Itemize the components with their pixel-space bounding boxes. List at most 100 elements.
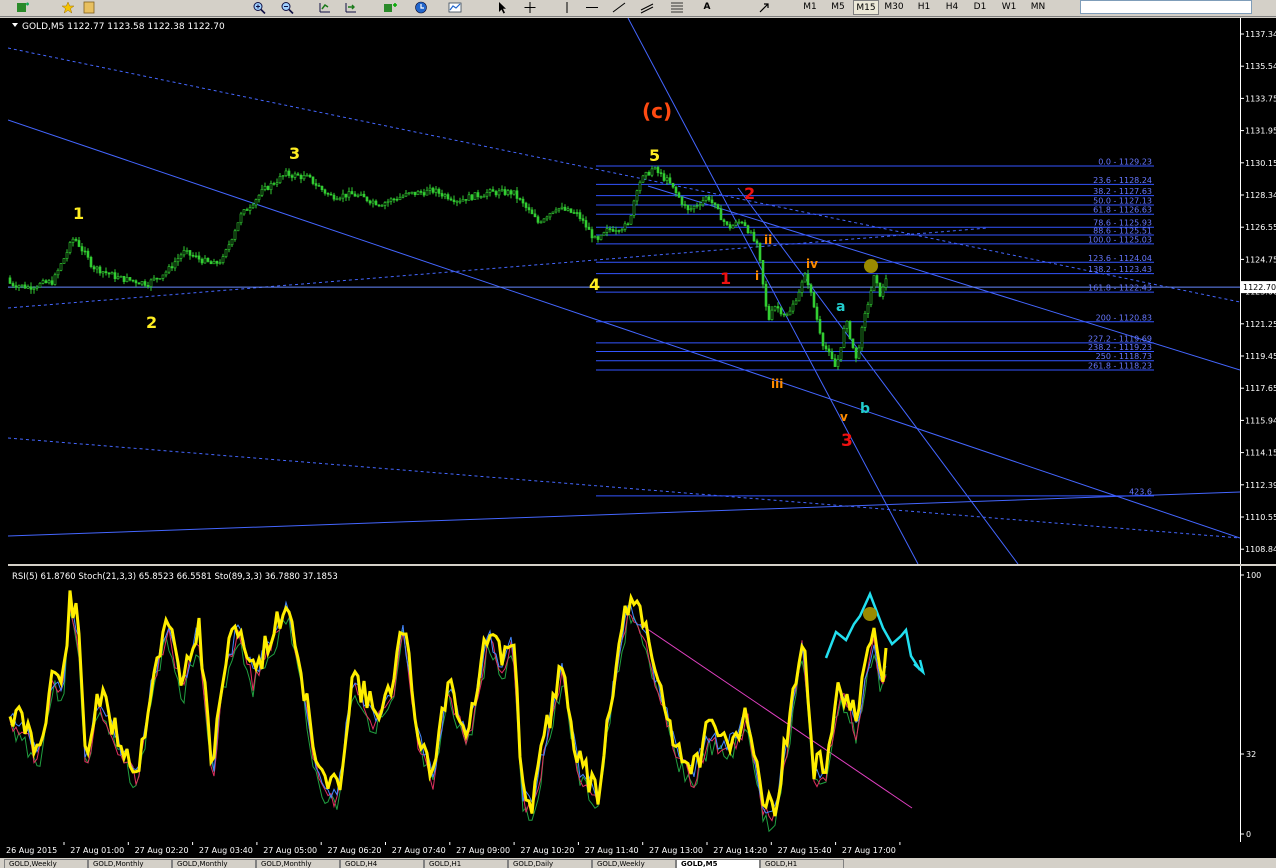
timeframe-m30-button[interactable]: M30	[882, 0, 906, 15]
time-tick-label: 27 Aug 09:00	[456, 846, 510, 855]
indicator-header: RSI(5) 61.8760 Stoch(21,3,3) 65.8523 66.…	[12, 572, 338, 582]
trendline-7[interactable]	[8, 491, 1240, 537]
fib-level-label: 161.8 - 1122.43	[1088, 284, 1152, 293]
vertical-line-icon[interactable]	[560, 1, 574, 14]
terminal-icon[interactable]	[82, 1, 96, 14]
price-tick-label: 1115.94	[1245, 416, 1276, 425]
cursor-icon[interactable]	[495, 1, 509, 14]
wave-label-oiv: iv	[806, 257, 818, 271]
price-tick-label: 1124.75	[1245, 255, 1276, 264]
trendline-4[interactable]	[737, 187, 1019, 564]
price-axis: 1137.34 1135.54 1133.75 1131.95 1130.15 1128.…	[1240, 18, 1276, 564]
indicator-tick-label: 0	[1246, 830, 1251, 839]
fibonacci-icon[interactable]	[670, 1, 684, 14]
chart-header: GOLD,M5 1122.77 1123.58 1122.38 1122.70	[22, 22, 225, 32]
time-tick-label: 27 Aug 01:00	[70, 846, 124, 855]
chart-tabs: GOLD,Weekly GOLD,Monthly GOLD,Monthly GOLD,…	[0, 858, 1276, 868]
timeframe-h1-button[interactable]: H1	[912, 0, 936, 15]
trendline-5[interactable]	[8, 437, 1240, 539]
indicator-axis: 100 32 0	[1240, 566, 1276, 842]
price-tick-label: 1119.45	[1245, 352, 1276, 361]
fib-level-label: 200 - 1120.83	[1096, 313, 1152, 322]
timeframe-mn-button[interactable]: MN	[1026, 0, 1050, 15]
indicator-chart-svg: RSI(5) 61.8760 Stoch(21,3,3) 65.8523 66.…	[8, 572, 926, 833]
price-tick-label: 1137.34	[1245, 30, 1276, 39]
wave-label-w3: 3	[289, 144, 300, 163]
wave-label-oii: ii	[764, 233, 772, 247]
fib-level-label: 88.6 - 1125.51	[1093, 226, 1152, 235]
zoom-out-icon[interactable]	[280, 1, 294, 14]
time-tick-label: 27 Aug 06:20	[328, 846, 382, 855]
fib-level-label: 100.0 - 1125.03	[1088, 235, 1152, 244]
arrow-tool-icon[interactable]	[758, 1, 772, 14]
price-tick-label: 1117.65	[1245, 384, 1276, 393]
wave-label-oi: i	[755, 269, 759, 283]
wave-label-w5: 5	[649, 146, 660, 165]
time-tick-label: 27 Aug 14:20	[713, 846, 767, 855]
stoch-main-line	[9, 599, 887, 814]
price-tick-label: 1126.55	[1245, 223, 1276, 232]
chart-shift-icon[interactable]	[318, 1, 332, 14]
wave-label-w1: 1	[73, 204, 84, 223]
time-tick-label: 27 Aug 15:40	[778, 846, 832, 855]
chart-dropdown-icon[interactable]	[12, 23, 18, 27]
search-input[interactable]	[1080, 0, 1252, 14]
wave-label-wc: (c)	[642, 99, 672, 123]
fib-level-label: 61.8 - 1126.63	[1093, 206, 1152, 215]
horizontal-line-icon[interactable]	[585, 1, 599, 14]
trendline-2[interactable]	[8, 47, 1240, 303]
trendline-icon[interactable]	[612, 1, 626, 14]
time-tick-label: 27 Aug 11:40	[585, 846, 639, 855]
fib-level-label: 38.2 - 1127.63	[1093, 187, 1152, 196]
trendline-1[interactable]	[8, 119, 1240, 539]
crosshair-icon[interactable]	[523, 1, 537, 14]
price-tick-label: 1110.55	[1245, 513, 1276, 522]
price-tick-label: 1130.15	[1245, 159, 1276, 168]
indicator-marker-dot	[863, 607, 877, 621]
price-chart-svg: 0.0 - 1129.23 23.6 - 1128.24 38.2 - 1127.6…	[8, 18, 1240, 564]
zoom-in-icon[interactable]	[252, 1, 266, 14]
templates-icon[interactable]	[448, 1, 462, 14]
new-chart-icon[interactable]	[16, 1, 30, 14]
add-indicator-icon[interactable]	[383, 1, 397, 14]
wave-label-w4: 4	[589, 275, 600, 294]
time-tick-label: 27 Aug 13:00	[649, 846, 703, 855]
time-tick-label: 27 Aug 17:00	[842, 846, 896, 855]
price-tick-label: 1112.39	[1245, 481, 1276, 490]
price-tick-label: 1128.34	[1245, 191, 1276, 200]
fib-level-label: 138.2 - 1123.43	[1088, 265, 1152, 274]
indicator-pane[interactable]: RSI(5) 61.8760 Stoch(21,3,3) 65.8523 66.…	[8, 566, 1240, 842]
timeframe-m15-button[interactable]: M15	[853, 0, 879, 15]
periods-icon[interactable]	[414, 1, 428, 14]
timeframe-m1-button[interactable]: M1	[798, 0, 822, 15]
timeframe-d1-button[interactable]: D1	[968, 0, 992, 15]
timeframe-w1-button[interactable]: W1	[997, 0, 1021, 15]
chart-left-margin	[0, 18, 8, 842]
stoch-signal-line	[9, 606, 887, 822]
stoch-slow-signal-line	[9, 610, 887, 833]
favorites-star-icon[interactable]	[61, 1, 75, 14]
time-tick-label: 27 Aug 07:40	[392, 846, 446, 855]
wave-label-r3: 3	[841, 431, 853, 451]
channel-icon[interactable]	[640, 1, 654, 14]
time-tick-label: 27 Aug 10:20	[520, 846, 574, 855]
fib-level-label: 0.0 - 1129.23	[1098, 158, 1152, 167]
wave-label-tb: b	[860, 401, 870, 417]
fib-level-label: 238.2 - 1119.23	[1088, 343, 1152, 352]
time-tick-label: 26 Aug 2015	[6, 846, 57, 855]
rsi-line	[8, 590, 888, 817]
timeframe-h4-button[interactable]: H4	[940, 0, 964, 15]
price-tick-label: 1121.25	[1245, 320, 1276, 329]
trendline-6[interactable]	[8, 227, 989, 309]
time-axis: 26 Aug 2015 27 Aug 01:00 27 Aug 02:20 27 Au…	[0, 842, 1276, 858]
fib-level-label: 423.6	[1129, 487, 1152, 496]
wave-label-r2: 2	[744, 184, 755, 203]
fib-level-label: 261.8 - 1118.23	[1088, 362, 1152, 371]
wave-label-oiii: iii	[771, 377, 783, 391]
price-chart-pane[interactable]: 0.0 - 1129.23 23.6 - 1128.24 38.2 - 1127.6…	[8, 18, 1240, 564]
autoscroll-icon[interactable]	[344, 1, 358, 14]
timeframe-m5-button[interactable]: M5	[826, 0, 850, 15]
time-tick-label: 27 Aug 02:20	[135, 846, 189, 855]
text-tool-button[interactable]: A	[700, 0, 714, 15]
price-tick-label: 1135.54	[1245, 62, 1276, 71]
